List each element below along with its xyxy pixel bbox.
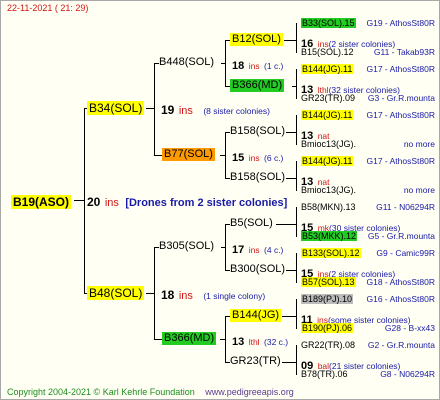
connector bbox=[286, 178, 296, 179]
connector bbox=[146, 293, 154, 294]
gen4-info: G5 - Gr.R.mounta bbox=[367, 231, 435, 241]
gen4-info: G16 - AthosSt80R bbox=[366, 294, 435, 304]
gen4-info: G17 - AthosSt80R bbox=[366, 156, 435, 166]
gen2-node[interactable]: B366(MD) bbox=[162, 332, 217, 345]
connector bbox=[276, 224, 296, 225]
connector bbox=[154, 247, 155, 339]
gen3-node[interactable]: B12(SOL) bbox=[230, 33, 283, 46]
root-info: 20 ins [Drones from 2 sister colonies] bbox=[87, 195, 288, 209]
gen4-row[interactable]: B144(JG).11 bbox=[301, 110, 354, 120]
pedigree-frame: 22-11-2021 ( 21: 29) B19(ASO) 20 ins [Dr… bbox=[0, 0, 440, 400]
gen4-info: no more bbox=[403, 185, 435, 195]
gen3-node[interactable]: B158(SOL) bbox=[230, 171, 285, 184]
gen1-info: 19 ins (8 sister colonies) bbox=[161, 103, 270, 117]
connector bbox=[225, 224, 226, 270]
gen4-info: G19 - AthosSt80R bbox=[366, 18, 435, 28]
gen1-node[interactable]: B34(SOL) bbox=[87, 101, 145, 115]
connector bbox=[154, 339, 162, 340]
connector bbox=[286, 132, 296, 133]
connector bbox=[220, 155, 225, 156]
gen4-row[interactable]: B15(SOL).12 bbox=[301, 47, 354, 57]
gen4-row[interactable]: B33(SOL).15 bbox=[301, 18, 356, 28]
gen4-row[interactable]: B144(JG).11 bbox=[301, 64, 354, 74]
gen1-node[interactable]: B48(SOL) bbox=[87, 286, 145, 300]
footer: Copyright 2004-2021 © Karl Kehrle Founda… bbox=[7, 387, 294, 397]
gen2-info: 13 lthl (32 c.) bbox=[232, 336, 289, 348]
connector bbox=[284, 40, 296, 41]
connector bbox=[296, 115, 297, 145]
gen4-info: G28 - B-xx43 bbox=[384, 323, 435, 333]
gen4-row[interactable]: B144(JG).11 bbox=[301, 156, 354, 166]
gen4-row[interactable]: B57(SOL).13 bbox=[301, 277, 356, 287]
gen4-info: G3 - Gr.R.mounta bbox=[367, 93, 435, 103]
connector bbox=[220, 339, 225, 340]
root-node[interactable]: B19(ASO) bbox=[11, 193, 72, 211]
connector bbox=[286, 270, 296, 271]
connector bbox=[146, 108, 154, 109]
gen2-info: 17 ins (4 c.) bbox=[232, 244, 284, 256]
connector bbox=[296, 161, 297, 191]
connector bbox=[225, 40, 226, 86]
gen3-node[interactable]: B366(MD) bbox=[230, 79, 285, 92]
gen3-node[interactable]: B158(SOL) bbox=[230, 125, 285, 138]
gen2-info: 18 ins (1 c.) bbox=[232, 60, 284, 72]
gen4-row[interactable]: B189(PJ).10 bbox=[301, 294, 354, 304]
copyright: Copyright 2004-2021 © Karl Kehrle Founda… bbox=[7, 387, 195, 397]
gen4-row[interactable]: GR22(TR).08 bbox=[301, 340, 355, 350]
gen4-info: G8 - N06294R bbox=[380, 369, 435, 379]
connector bbox=[296, 23, 297, 53]
connector bbox=[221, 63, 225, 64]
gen3-node[interactable]: B5(SOL) bbox=[230, 217, 273, 230]
gen2-node[interactable]: B77(SOL) bbox=[162, 148, 215, 161]
gen2-info: 15 ins (6 c.) bbox=[232, 152, 284, 164]
root-name[interactable]: B19(ASO) bbox=[11, 195, 72, 209]
gen4-row[interactable]: B53(MKK).12 bbox=[301, 231, 358, 241]
gen4-row[interactable]: B78(TR).06 bbox=[301, 369, 348, 379]
connector bbox=[296, 345, 297, 375]
gen2-node[interactable]: B448(SOL) bbox=[159, 56, 214, 69]
gen4-info: G2 - Gr.R.mounta bbox=[367, 340, 435, 350]
connector bbox=[296, 253, 297, 283]
gen4-info: G17 - AthosSt80R bbox=[366, 64, 435, 74]
gen3-node[interactable]: B144(JG) bbox=[230, 309, 282, 322]
gen4-row[interactable]: B133(SOL).12 bbox=[301, 248, 361, 258]
connector bbox=[296, 299, 297, 329]
gen4-info: G17 - AthosSt80R bbox=[366, 110, 435, 120]
connector bbox=[74, 200, 84, 201]
connector bbox=[282, 316, 296, 317]
connector bbox=[296, 207, 297, 237]
connector bbox=[292, 86, 296, 87]
connector bbox=[84, 108, 85, 293]
connector bbox=[282, 362, 296, 363]
connector bbox=[154, 63, 155, 155]
gen3-node[interactable]: GR23(TR) bbox=[230, 355, 281, 368]
gen4-info: G11 - N06294R bbox=[376, 202, 435, 212]
gen3-node[interactable]: B300(SOL) bbox=[230, 263, 285, 276]
gen4-info: G11 - Takab93R bbox=[373, 47, 435, 57]
site-link[interactable]: www.pedigreeapis.org bbox=[205, 387, 294, 397]
gen4-row[interactable]: B58(MKN).13 bbox=[301, 202, 356, 212]
gen4-row[interactable]: GR23(TR).09 bbox=[301, 93, 355, 103]
gen4-row[interactable]: Bmioc13(JG). bbox=[301, 185, 356, 195]
gen2-node[interactable]: B305(SOL) bbox=[159, 240, 214, 253]
gen4-row[interactable]: B190(PJ).06 bbox=[301, 323, 354, 333]
gen1-info: 18 ins (1 single colony) bbox=[161, 288, 266, 302]
connector bbox=[221, 247, 225, 248]
gen4-row[interactable]: Bmioc13(JG). bbox=[301, 139, 356, 149]
connector bbox=[154, 155, 162, 156]
connector bbox=[296, 69, 297, 99]
gen4-info: G18 - AthosSt80R bbox=[366, 277, 435, 287]
gen4-info: no more bbox=[403, 139, 435, 149]
connector bbox=[225, 132, 226, 178]
gen4-info: G9 - Camic99R bbox=[376, 248, 435, 258]
connector bbox=[225, 316, 226, 362]
timestamp: 22-11-2021 ( 21: 29) bbox=[7, 3, 89, 13]
